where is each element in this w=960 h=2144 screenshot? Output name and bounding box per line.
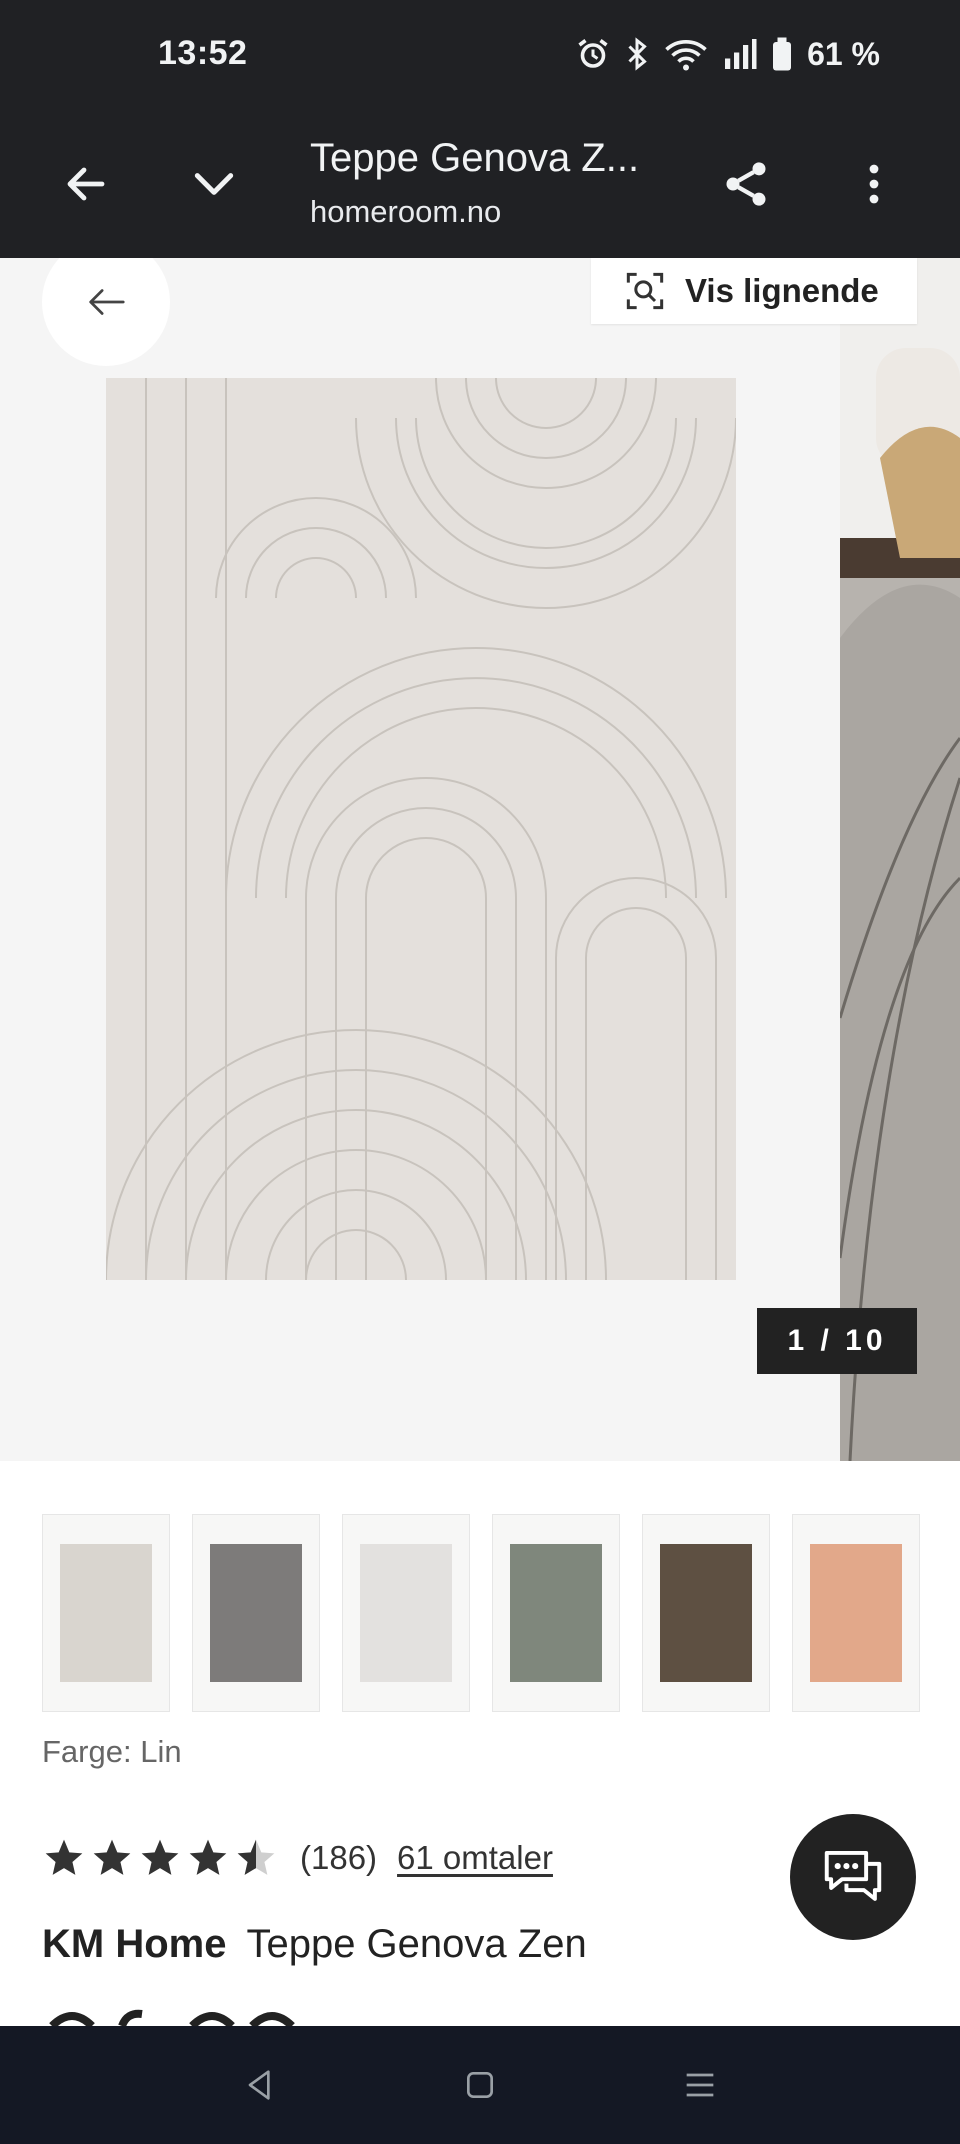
- menu-recents-icon: [686, 2073, 714, 2097]
- room-photo: [840, 258, 960, 1461]
- swatch-brown[interactable]: [642, 1514, 770, 1712]
- bluetooth-icon: [628, 37, 647, 71]
- arrow-left-icon: [67, 167, 105, 201]
- next-product-image[interactable]: [840, 258, 960, 1461]
- color-label: Farge: Lin: [42, 1734, 182, 1769]
- visual-search-icon: [626, 272, 664, 310]
- page-url: homeroom.no: [310, 194, 502, 229]
- nav-recents-button[interactable]: [590, 2026, 810, 2144]
- star-icon: [45, 1839, 83, 1875]
- rating-row: (186) 61 omtaler: [42, 1834, 553, 1882]
- swatch-chip: [660, 1544, 752, 1682]
- arrow-left-icon: [89, 289, 125, 315]
- product-name: Teppe Genova Zen: [246, 1922, 587, 1966]
- nav-back-button[interactable]: [150, 2026, 370, 2144]
- swatch-chip: [60, 1544, 152, 1682]
- status-icons: 61 %: [575, 30, 880, 78]
- show-similar-label: Vis lignende: [685, 272, 879, 309]
- star-rating[interactable]: [42, 1836, 278, 1880]
- alarm-icon: [578, 39, 608, 68]
- price-partial-glyphs: [49, 2009, 295, 2026]
- show-similar-button[interactable]: Vis lignende: [591, 258, 917, 324]
- swatch-chip: [810, 1544, 902, 1682]
- status-bar: 13:52 61 %: [0, 0, 960, 110]
- swatch-green[interactable]: [492, 1514, 620, 1712]
- chevron-down-icon: [194, 173, 234, 195]
- swatch-lin[interactable]: [42, 1514, 170, 1712]
- share-icon: [726, 162, 766, 206]
- product-gallery[interactable]: Vis lignende 1 / 10: [0, 258, 960, 1461]
- chat-button[interactable]: [790, 1814, 916, 1940]
- more-vertical-icon: [869, 164, 879, 204]
- star-half-icon: [237, 1839, 275, 1875]
- star-icon: [189, 1839, 227, 1875]
- browser-toolbar: Teppe Genova Z... homeroom.no: [0, 110, 960, 258]
- chat-icon: [824, 1850, 882, 1901]
- swatch-chip: [360, 1544, 452, 1682]
- page-title: Teppe Genova Z...: [310, 136, 640, 180]
- color-swatches: [42, 1514, 920, 1712]
- nav-home-button[interactable]: [370, 2026, 590, 2144]
- share-button[interactable]: [704, 142, 788, 226]
- reviews-link[interactable]: 61 omtaler: [397, 1839, 553, 1877]
- gallery-back-button[interactable]: [42, 258, 170, 366]
- product-brand: KM Home: [42, 1922, 227, 1966]
- status-time: 13:52: [158, 34, 248, 72]
- swatch-chip: [510, 1544, 602, 1682]
- swatch-peach[interactable]: [792, 1514, 920, 1712]
- triangle-back-icon: [248, 2070, 270, 2100]
- swatch-white[interactable]: [342, 1514, 470, 1712]
- rating-count: (186): [300, 1839, 378, 1876]
- product-title: KM Home Teppe Genova Zen: [42, 1922, 587, 1967]
- swatch-chip: [210, 1544, 302, 1682]
- product-image[interactable]: [106, 378, 736, 1280]
- system-navigation-bar: [0, 2026, 960, 2144]
- price-clipped: [42, 2006, 342, 2026]
- square-home-icon: [467, 2072, 493, 2098]
- minimize-button[interactable]: [172, 142, 256, 226]
- battery-percentage: 61 %: [807, 35, 880, 72]
- signal-icon: [725, 39, 757, 69]
- back-button[interactable]: [44, 142, 128, 226]
- more-options-button[interactable]: [832, 142, 916, 226]
- image-counter: 1 / 10: [757, 1308, 917, 1374]
- star-icon: [93, 1839, 131, 1875]
- wifi-icon: [665, 39, 707, 71]
- swatch-grey[interactable]: [192, 1514, 320, 1712]
- star-icon: [141, 1839, 179, 1875]
- battery-icon: [773, 37, 792, 71]
